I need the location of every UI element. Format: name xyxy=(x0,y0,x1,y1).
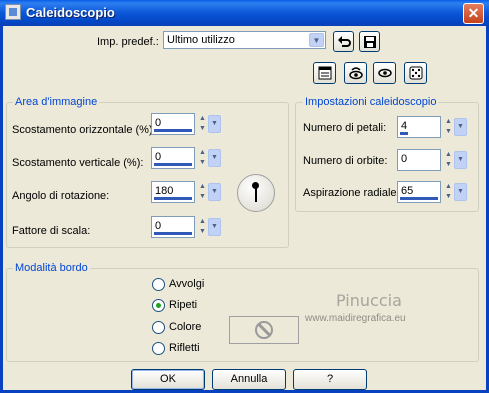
radial-suction-label: Aspirazione radiale: xyxy=(303,187,400,199)
edge-mode-legend: Modalità bordo xyxy=(13,262,90,274)
chevron-down-icon[interactable]: ▼ xyxy=(309,33,324,47)
help-button[interactable]: ? xyxy=(293,369,367,390)
horizontal-offset-value: 0 xyxy=(155,117,162,129)
floppy-disk-icon xyxy=(363,36,376,48)
vertical-offset-value: 0 xyxy=(155,151,162,163)
petals-value: 4 xyxy=(401,120,408,132)
prohibited-icon xyxy=(255,321,273,339)
value-slider-bar[interactable] xyxy=(154,197,192,200)
scale-factor-spinner[interactable]: 0 ▲ ▼ ▼ xyxy=(151,216,221,238)
orbits-input[interactable]: 0 xyxy=(397,149,441,171)
up-down-arrows-icon[interactable]: ▲ ▼ xyxy=(443,150,454,170)
dice-icon xyxy=(409,66,422,80)
proof-button[interactable] xyxy=(344,62,367,84)
save-preset-button[interactable] xyxy=(359,31,380,52)
up-down-arrows-icon[interactable]: ▲ ▼ xyxy=(443,182,454,202)
vertical-offset-spinner[interactable]: 0 ▲ ▼ ▼ xyxy=(151,147,221,169)
petals-spinner[interactable]: 4 ▲ ▼ ▼ xyxy=(397,116,467,138)
value-slider-bar[interactable] xyxy=(154,163,192,166)
rotation-angle-input[interactable]: 180 xyxy=(151,181,195,203)
radio-circle[interactable] xyxy=(152,299,165,312)
preset-label: Imp. predef.: xyxy=(97,36,159,48)
radial-suction-spinner[interactable]: 65 ▲ ▼ ▼ xyxy=(397,181,467,203)
scale-factor-value: 0 xyxy=(155,220,162,232)
app-icon xyxy=(5,4,21,20)
petals-label: Numero di petali: xyxy=(303,122,387,134)
preset-value: Ultimo utilizzo xyxy=(167,34,235,46)
undo-arrow-icon xyxy=(337,36,351,47)
horizontal-offset-input[interactable]: 0 xyxy=(151,113,195,135)
chevron-down-icon[interactable]: ▼ xyxy=(454,183,467,201)
kaleidoscope-settings-legend: Impostazioni caleidoscopio xyxy=(303,96,439,108)
eye-icon xyxy=(377,68,392,78)
window-title: Caleidoscopio xyxy=(26,5,115,20)
watermark-url: www.maidiregrafica.eu xyxy=(305,313,406,324)
chevron-down-icon[interactable]: ▼ xyxy=(454,118,467,136)
chevron-down-icon[interactable]: ▼ xyxy=(208,218,221,236)
up-down-arrows-icon[interactable]: ▲ ▼ xyxy=(197,217,208,237)
cancel-button[interactable]: Annulla xyxy=(212,369,286,390)
up-down-arrows-icon[interactable]: ▲ ▼ xyxy=(197,148,208,168)
radio-repeat-label: Ripeti xyxy=(169,299,198,311)
value-slider-bar[interactable] xyxy=(154,129,192,132)
eye-arrow-icon xyxy=(348,67,363,80)
chevron-down-icon[interactable]: ▼ xyxy=(208,183,221,201)
randomize-button[interactable] xyxy=(404,62,427,84)
preview-window-button[interactable] xyxy=(313,62,336,84)
auto-proof-button[interactable] xyxy=(373,62,396,84)
scale-factor-input[interactable]: 0 xyxy=(151,216,195,238)
vertical-offset-input[interactable]: 0 xyxy=(151,147,195,169)
edge-mode-group xyxy=(6,268,479,362)
watermark-name: Pinuccia xyxy=(336,291,402,310)
up-down-arrows-icon[interactable]: ▲ ▼ xyxy=(197,114,208,134)
vertical-offset-label: Scostamento verticale (%): xyxy=(12,157,144,169)
rotation-angle-label: Angolo di rotazione: xyxy=(12,190,110,202)
horizontal-offset-label: Scostamento orizzontale (%): xyxy=(12,124,156,136)
orbits-label: Numero di orbite: xyxy=(303,155,388,167)
image-area-legend: Area d'immagine xyxy=(13,96,100,108)
title-bar: Caleidoscopio ✕ xyxy=(0,0,489,26)
close-button[interactable]: ✕ xyxy=(463,3,484,24)
rotation-dial[interactable] xyxy=(237,174,275,212)
up-down-arrows-icon[interactable]: ▲ ▼ xyxy=(443,117,454,137)
chevron-down-icon[interactable]: ▼ xyxy=(208,115,221,133)
rotation-angle-spinner[interactable]: 180 ▲ ▼ ▼ xyxy=(151,181,221,203)
radial-suction-value: 65 xyxy=(401,185,414,197)
orbits-value: 0 xyxy=(401,153,408,165)
radio-color-label: Colore xyxy=(169,321,202,333)
chevron-down-icon[interactable]: ▼ xyxy=(208,149,221,167)
dial-knob xyxy=(252,182,259,189)
value-slider-bar[interactable] xyxy=(400,197,438,200)
value-slider-bar[interactable] xyxy=(400,132,408,135)
up-down-arrows-icon[interactable]: ▲ ▼ xyxy=(197,182,208,202)
horizontal-offset-spinner[interactable]: 0 ▲ ▼ ▼ xyxy=(151,113,221,135)
radio-circle[interactable] xyxy=(152,321,165,334)
orbits-spinner[interactable]: 0 ▲ ▼ ▼ xyxy=(397,149,467,171)
load-preset-button[interactable] xyxy=(333,31,354,52)
chevron-down-icon[interactable]: ▼ xyxy=(454,151,467,169)
radial-suction-input[interactable]: 65 xyxy=(397,181,441,203)
value-slider-bar[interactable] xyxy=(154,232,192,235)
radio-circle[interactable] xyxy=(152,342,165,355)
radio-wrap-label: Avvolgi xyxy=(169,278,205,290)
radio-reflect-label: Rifletti xyxy=(169,342,200,354)
window-icon xyxy=(318,66,331,80)
ok-button[interactable]: OK xyxy=(131,369,205,390)
preset-combo[interactable]: Ultimo utilizzo ▼ xyxy=(163,31,326,49)
color-swatch[interactable] xyxy=(229,316,299,344)
window-border-left xyxy=(0,26,3,393)
radio-selected-dot xyxy=(156,303,161,308)
scale-factor-label: Fattore di scala: xyxy=(12,225,91,237)
petals-input[interactable]: 4 xyxy=(397,116,441,138)
radio-circle[interactable] xyxy=(152,278,165,291)
rotation-angle-value: 180 xyxy=(155,185,174,197)
